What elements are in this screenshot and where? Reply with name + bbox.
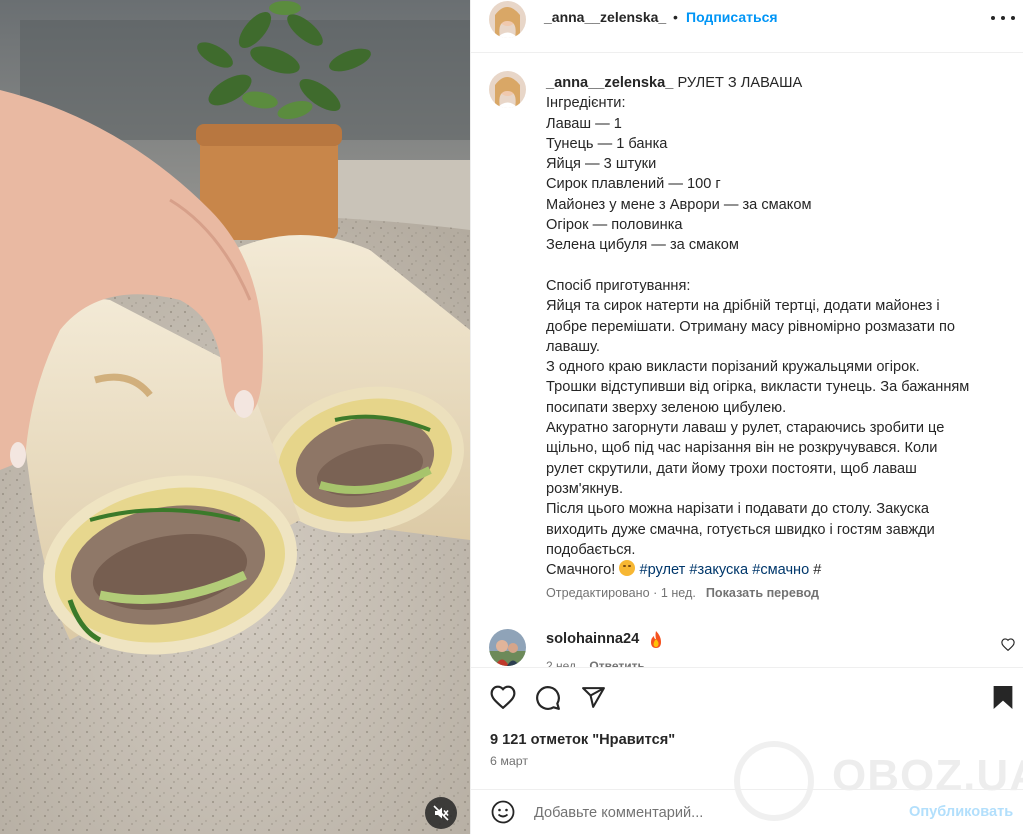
post-caption: _anna__zelenska_ РУЛЕТ З ЛАВАША Інгредіє… — [546, 73, 986, 580]
post-header: _anna__zelenska_ • Подписаться — [471, 0, 1023, 53]
action-bar — [471, 667, 1023, 727]
author-username[interactable]: _anna__zelenska_ — [544, 9, 666, 25]
edited-label: Отредактировано · 1 нед. — [546, 586, 696, 600]
publish-button[interactable]: Опубликовать — [909, 804, 1013, 820]
more-horizontal-icon — [991, 16, 995, 20]
likes-count[interactable]: 9 121 отметок "Нравится" — [490, 732, 675, 748]
comments-section[interactable]: _anna__zelenska_ РУЛЕТ З ЛАВАША Інгредіє… — [471, 54, 1023, 667]
caption-line: Огірок — половинка — [546, 217, 683, 234]
caption-body: Інгредієнти: Лаваш — 1 Тунець — 1 банка Яйц… — [546, 93, 986, 560]
caption-username[interactable]: _anna__zelenska_ — [546, 75, 673, 91]
caption-line: Зелена цибуля — за смаком — [546, 237, 739, 254]
caption-line: виходить дуже смачна, готується швидко і… — [546, 521, 935, 538]
caption-line: Після цього можна нарізати і подавати до… — [546, 501, 930, 518]
hashtag-link[interactable]: #смачно — [752, 562, 809, 578]
caption-line: Сирок плавлений — 100 г — [546, 176, 721, 193]
mute-button[interactable] — [425, 797, 457, 829]
caption-line: Майонез у мене з Аврори — за смаком — [546, 196, 812, 213]
post-date[interactable]: 6 март — [490, 754, 528, 768]
post-side-panel: _anna__zelenska_ • Подписаться _anna__ze… — [470, 0, 1023, 834]
caption-line: подобається. — [546, 541, 636, 558]
comment-input[interactable] — [534, 802, 894, 824]
caption-line: Яйця — 3 штуки — [546, 156, 657, 173]
caption-line: посипати зверху зеленою цибулею. — [546, 399, 787, 416]
post-media[interactable] — [0, 0, 470, 834]
paper-plane-icon[interactable] — [581, 685, 606, 710]
caption-line: добре перемішати. Отриману масу рівномір… — [546, 318, 955, 335]
smiley-icon[interactable] — [491, 800, 515, 824]
caption-line: Інгредієнти: — [546, 95, 626, 112]
separator-dot: • — [673, 9, 678, 25]
post-photo — [0, 0, 470, 834]
caption-line: Спосіб приготування: — [546, 277, 691, 294]
caption-line: Яйця та сирок натерти на дрібній тертці,… — [546, 298, 940, 315]
commenter-username[interactable]: solohainna24 — [546, 631, 639, 647]
caption-line: Лаваш — 1 — [546, 115, 622, 132]
speaker-muted-icon — [433, 805, 449, 821]
caption-meta: Отредактировано · 1 нед. Показать перевод — [546, 586, 819, 600]
caption-line: лавашу. — [546, 338, 600, 355]
reply-button[interactable]: Ответить — [589, 659, 644, 667]
follow-button[interactable]: Подписаться — [686, 9, 778, 25]
commenter-avatar[interactable] — [489, 629, 526, 666]
heart-icon[interactable] — [490, 685, 516, 709]
caption-title: РУЛЕТ З ЛАВАША — [677, 75, 803, 91]
caption-line: Тунець — 1 банка — [546, 135, 668, 152]
caption-line: розм'якнув. — [546, 480, 624, 497]
comment-time: 2 нед. — [546, 659, 580, 667]
show-translation-button[interactable]: Показать перевод — [706, 586, 819, 600]
caption-line: З одного краю викласти порізаний кружаль… — [546, 359, 920, 376]
caption-author-avatar[interactable] — [489, 71, 526, 108]
caption-line: щільно, щоб під час нарізання він не роз… — [546, 440, 938, 457]
comment-bubble-icon[interactable] — [535, 685, 561, 711]
caption-line: Трошки відступивши від огірка, викласти … — [546, 379, 970, 396]
author-avatar[interactable] — [489, 1, 526, 38]
hashtag-link[interactable]: #рулет — [639, 562, 685, 578]
add-comment-bar: Опубликовать — [471, 789, 1023, 834]
comment-meta: 2 нед. Ответить — [546, 659, 645, 667]
bookmark-icon[interactable] — [992, 685, 1014, 710]
more-options-button[interactable] — [991, 12, 1015, 24]
caption-line: рулет скрутили, дати йому трохи постояти… — [546, 460, 917, 477]
comment-heart-icon[interactable] — [1001, 638, 1015, 651]
smiling-emoji-icon — [619, 560, 636, 577]
caption-closing: Смачного! #рулет #закуска #смачно # — [546, 560, 822, 579]
caption-line: Акуратно загорнути лаваш у рулет, стараю… — [546, 420, 945, 437]
hashtag-link[interactable]: #закуска — [689, 562, 748, 578]
fire-emoji-icon — [651, 631, 661, 648]
